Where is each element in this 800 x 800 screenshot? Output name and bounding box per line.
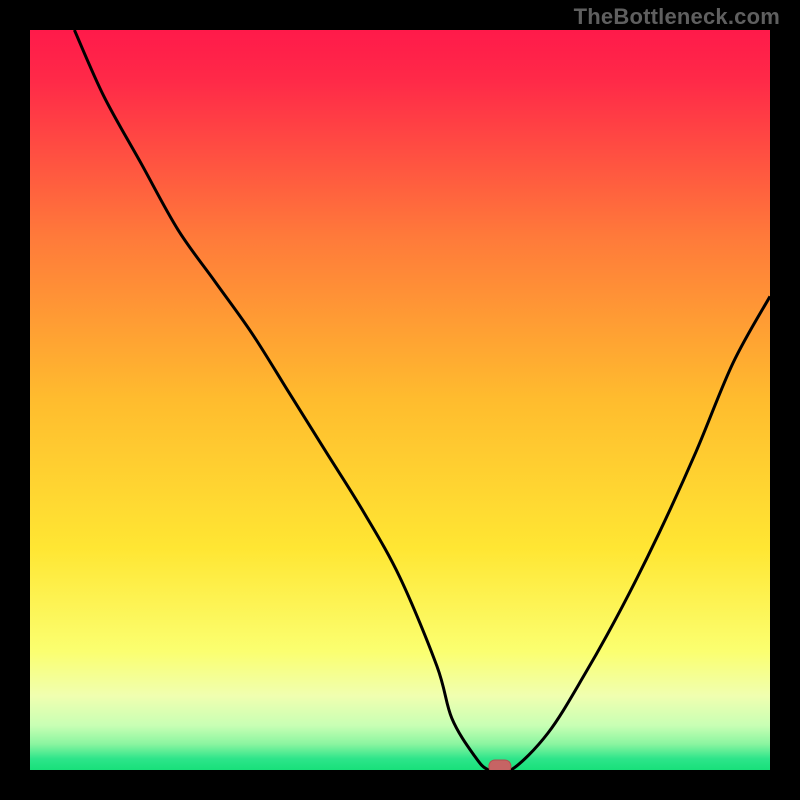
chart-frame: TheBottleneck.com [0,0,800,800]
gradient-background [30,30,770,770]
plot-area [30,30,770,770]
optimal-marker [489,760,511,770]
chart-svg [30,30,770,770]
watermark-text: TheBottleneck.com [574,4,780,30]
